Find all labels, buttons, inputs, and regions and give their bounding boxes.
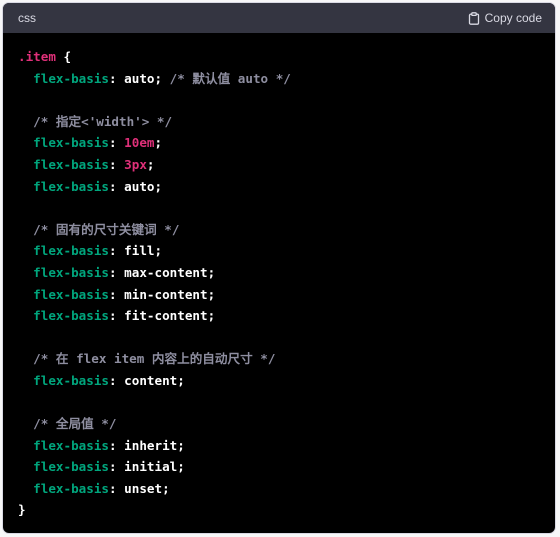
code-line: flex-basis: content; [18, 370, 540, 392]
code-line: /* 指定<'width'> */ [18, 111, 540, 133]
code-token-punc [18, 459, 33, 474]
code-line: /* 固有的尺寸关键词 */ [18, 219, 540, 241]
code-line: flex-basis: min-content; [18, 284, 540, 306]
code-token-punc: } [18, 502, 26, 518]
code-token-prop: flex-basis [33, 135, 109, 151]
code-token-prop: flex-basis [33, 308, 109, 324]
code-token-punc [18, 351, 33, 366]
code-token-punc [18, 114, 33, 129]
code-token-num: 3px [124, 156, 147, 172]
code-token-punc [18, 135, 33, 150]
code-token-punc [18, 157, 33, 172]
code-token-num: 10em [124, 135, 155, 151]
code-token-punc [18, 179, 33, 194]
copy-code-label: Copy code [484, 11, 542, 25]
code-token-prop: flex-basis [33, 178, 109, 194]
code-token-punc: : auto; [109, 178, 163, 194]
code-token-punc [18, 373, 33, 388]
code-token-prop: flex-basis [33, 243, 109, 259]
code-token-punc: : min-content; [109, 286, 216, 302]
code-token-punc: : fill; [109, 243, 163, 259]
code-token-prop: flex-basis [33, 437, 109, 453]
code-token-punc [18, 416, 33, 431]
code-token-punc: ; [154, 135, 163, 151]
code-token-cmt: /* 默认值 auto */ [169, 70, 291, 86]
code-token-punc: : unset; [109, 480, 170, 496]
code-token-cmt: /* 全局值 */ [33, 416, 117, 432]
clipboard-icon [468, 11, 480, 25]
code-token-punc: : inherit; [109, 437, 185, 453]
code-token-prop: flex-basis [33, 480, 109, 496]
code-line: flex-basis: inherit; [18, 435, 540, 457]
code-block-header: css Copy code [3, 3, 555, 33]
code-token-cmt: /* 固有的尺寸关键词 */ [33, 221, 180, 237]
code-token-prop: flex-basis [33, 70, 109, 86]
code-line: flex-basis: 10em; [18, 132, 540, 154]
code-line: flex-basis: initial; [18, 456, 540, 478]
code-token-punc [18, 222, 33, 237]
code-token-prop: flex-basis [33, 264, 109, 280]
code-line: /* 全局值 */ [18, 413, 540, 435]
code-line: flex-basis: fill; [18, 240, 540, 262]
code-token-prop: flex-basis [33, 286, 109, 302]
code-token-punc: : initial; [109, 459, 185, 475]
code-token-punc [18, 481, 33, 496]
code-token-punc [18, 438, 33, 453]
code-token-punc: : [109, 156, 125, 172]
code-token-prop: flex-basis [33, 372, 109, 388]
code-token-punc [18, 308, 33, 323]
code-token-sel: .item [18, 49, 56, 64]
code-token-punc: : max-content; [109, 264, 216, 280]
code-token-punc: : [109, 135, 125, 151]
code-token-punc: : auto; [109, 70, 170, 86]
code-token-punc [18, 287, 33, 302]
code-line: } [18, 499, 540, 521]
code-line: .item { [18, 46, 540, 68]
code-line: /* 在 flex item 内容上的自动尺寸 */ [18, 348, 540, 370]
code-token-prop: flex-basis [33, 156, 109, 172]
code-line: flex-basis: unset; [18, 478, 540, 500]
code-line: flex-basis: max-content; [18, 262, 540, 284]
code-block: css Copy code .item { flex-basis: auto; … [3, 3, 555, 533]
code-token-punc [18, 265, 33, 280]
code-content: .item { flex-basis: auto; /* 默认值 auto */… [3, 33, 555, 521]
code-token-punc [18, 243, 33, 258]
code-line: flex-basis: auto; /* 默认值 auto */ [18, 68, 540, 90]
code-token-punc: { [55, 49, 72, 64]
code-line: flex-basis: 3px; [18, 154, 540, 176]
code-token-punc: : content; [109, 372, 185, 388]
code-token-punc [18, 71, 33, 86]
copy-code-button[interactable]: Copy code [468, 11, 542, 25]
code-line: flex-basis: fit-content; [18, 305, 540, 327]
language-label: css [18, 11, 36, 25]
code-token-punc: : fit-content; [109, 308, 216, 324]
code-token-cmt: /* 指定<'width'> */ [33, 113, 173, 129]
code-line: flex-basis: auto; [18, 176, 540, 198]
code-token-punc: ; [146, 156, 155, 172]
code-token-prop: flex-basis [33, 459, 109, 475]
code-token-cmt: /* 在 flex item 内容上的自动尺寸 */ [33, 351, 276, 367]
